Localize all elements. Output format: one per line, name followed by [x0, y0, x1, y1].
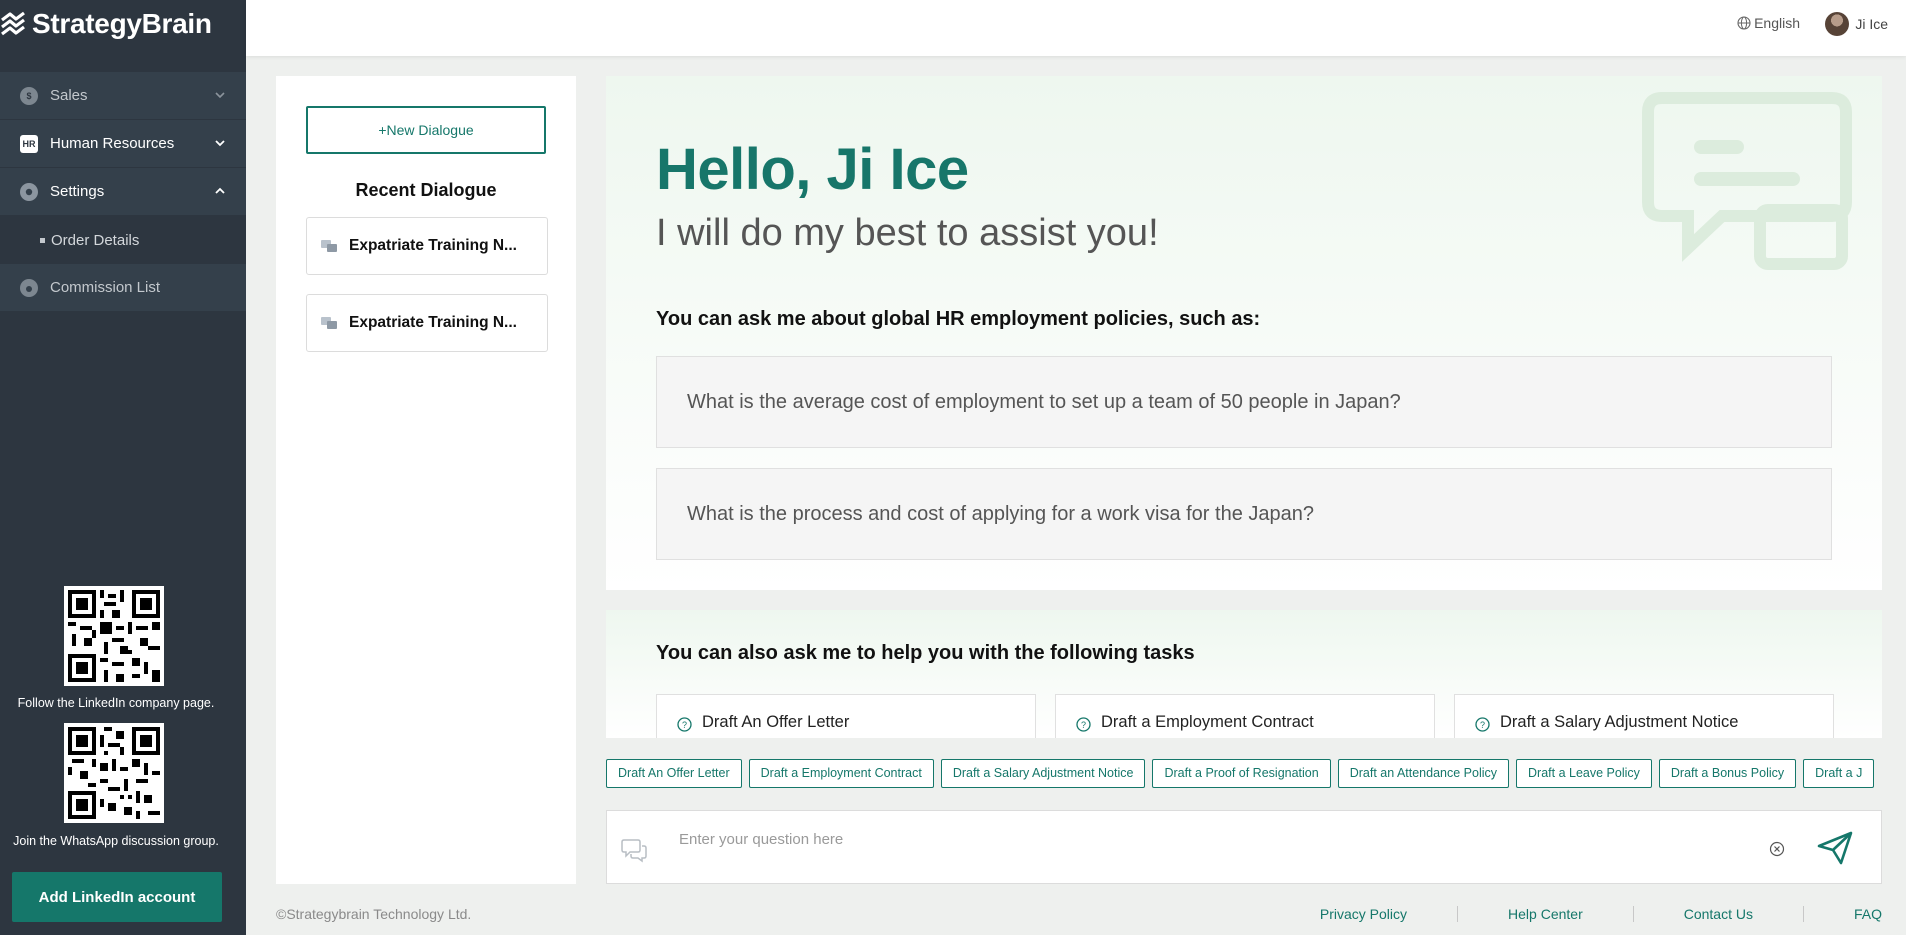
dialogue-item[interactable]: Expatriate Training N... [306, 294, 548, 352]
chevron-down-icon [215, 140, 225, 147]
sidebar-menu: $ Sales HR Human Resources Settings Orde… [0, 72, 246, 312]
gear-icon [20, 182, 38, 201]
svg-text:?: ? [682, 720, 687, 730]
quick-task-chip[interactable]: Draft a Proof of Resignation [1152, 759, 1331, 788]
question-input-box [606, 810, 1882, 884]
clear-icon[interactable] [1769, 841, 1785, 857]
footer-link-contact-us[interactable]: Contact Us [1632, 906, 1803, 922]
footer-link-faq[interactable]: FAQ [1802, 906, 1882, 922]
question-icon: ? [677, 717, 692, 732]
footer-link-privacy-policy[interactable]: Privacy Policy [1270, 906, 1457, 922]
whatsapp-qr-caption: Join the WhatsApp discussion group. [13, 834, 219, 848]
copyright: ©Strategybrain Technology Ltd. [276, 906, 472, 922]
quick-task-chip[interactable]: Draft an Attendance Policy [1337, 759, 1510, 788]
avatar [1825, 12, 1850, 36]
whatsapp-qr-code [64, 723, 164, 823]
sidebar-item-label: Human Resources [50, 135, 175, 152]
quick-task-chip[interactable]: Draft a Employment Contract [748, 759, 934, 788]
dialogue-title: Expatriate Training N... [349, 314, 517, 331]
tasks-card: You can also ask me to help you with the… [606, 610, 1882, 738]
language-selector[interactable]: English [1737, 15, 1800, 31]
bullet-icon [40, 237, 45, 243]
dialogue-panel: +New Dialogue Recent Dialogue Expatriate… [276, 76, 576, 884]
question-icon: ? [1076, 717, 1091, 732]
task-card[interactable]: ? Draft a Employment Contract [1055, 694, 1435, 738]
svg-text:?: ? [1081, 720, 1086, 730]
recent-dialogue-title: Recent Dialogue [355, 180, 497, 200]
chat-icon [621, 839, 647, 863]
greeting-heading: Hello, Ji Ice [656, 137, 969, 202]
quick-task-chips: Draft An Offer Letter Draft a Employment … [606, 759, 1882, 789]
dialogue-item[interactable]: Expatriate Training N... [306, 217, 548, 275]
task-card[interactable]: ? Draft An Offer Letter [656, 694, 1036, 738]
quick-task-chip[interactable]: Draft An Offer Letter [606, 759, 742, 788]
commission-icon [20, 278, 38, 297]
language-label: English [1754, 15, 1800, 31]
new-dialogue-button[interactable]: +New Dialogue [306, 106, 546, 154]
sales-icon: $ [20, 86, 38, 105]
hr-icon: HR [20, 134, 38, 153]
add-linkedin-account-button[interactable]: Add LinkedIn account [12, 872, 222, 922]
linkedin-qr-caption: Follow the LinkedIn company page. [17, 696, 215, 710]
quick-task-chip[interactable]: Draft a Bonus Policy [1658, 759, 1797, 788]
task-card-label: Draft a Employment Contract [1101, 713, 1314, 731]
topbar: English Ji Ice [246, 0, 1906, 56]
suggested-question[interactable]: What is the average cost of employment t… [656, 356, 1832, 448]
question-input[interactable] [679, 825, 1679, 853]
svg-text:?: ? [1480, 720, 1485, 730]
user-menu[interactable]: Ji Ice [1825, 12, 1888, 36]
sidebar-item-human-resources[interactable]: HR Human Resources [0, 120, 246, 168]
footer-links: Privacy Policy Help Center Contact Us FA… [1270, 906, 1882, 922]
chat-bubbles-icon [321, 317, 337, 329]
task-card-label: Draft An Offer Letter [702, 713, 850, 731]
tasks-section-title: You can also ask me to help you with the… [656, 642, 1195, 664]
sidebar-item-settings[interactable]: Settings [0, 168, 246, 216]
logo-icon [1, 11, 25, 36]
user-name: Ji Ice [1855, 16, 1888, 32]
quick-task-chip[interactable]: Draft a Salary Adjustment Notice [940, 759, 1146, 788]
quick-task-chip[interactable]: Draft a J [1803, 759, 1875, 788]
greeting-subtitle: I will do my best to assist you! [656, 212, 1159, 254]
chat-bubbles-icon [321, 240, 337, 252]
sidebar-item-label: Commission List [50, 279, 161, 296]
task-card[interactable]: ? Draft a Salary Adjustment Notice [1454, 694, 1834, 738]
sidebar-subitem-order-details[interactable]: Order Details [0, 216, 246, 264]
linkedin-qr-code [64, 586, 164, 686]
brand-logo[interactable]: StrategyBrain [0, 6, 212, 42]
ask-section-title: You can ask me about global HR employmen… [656, 308, 1261, 330]
chevron-down-icon [215, 92, 225, 99]
task-card-label: Draft a Salary Adjustment Notice [1500, 713, 1739, 731]
sidebar-item-sales[interactable]: $ Sales [0, 72, 246, 120]
suggested-question[interactable]: What is the process and cost of applying… [656, 468, 1832, 560]
brand-name: StrategyBrain [32, 8, 212, 39]
globe-icon [1737, 16, 1751, 30]
send-icon[interactable] [1817, 831, 1853, 865]
greeting-card: Hello, Ji Ice I will do my best to assis… [606, 76, 1882, 590]
chevron-up-icon [215, 187, 225, 194]
sidebar: StrategyBrain $ Sales HR Human Resources… [0, 0, 246, 935]
question-icon: ? [1475, 717, 1490, 732]
dialogue-title: Expatriate Training N... [349, 237, 517, 254]
quick-task-chip[interactable]: Draft a Leave Policy [1516, 759, 1652, 788]
sidebar-item-commission-list[interactable]: Commission List [0, 264, 246, 312]
sidebar-item-label: Settings [50, 183, 105, 200]
sidebar-item-label: Sales [50, 87, 88, 104]
sidebar-subitem-label: Order Details [51, 231, 140, 249]
footer-link-help-center[interactable]: Help Center [1457, 906, 1633, 922]
chat-watermark-icon [1642, 92, 1852, 270]
